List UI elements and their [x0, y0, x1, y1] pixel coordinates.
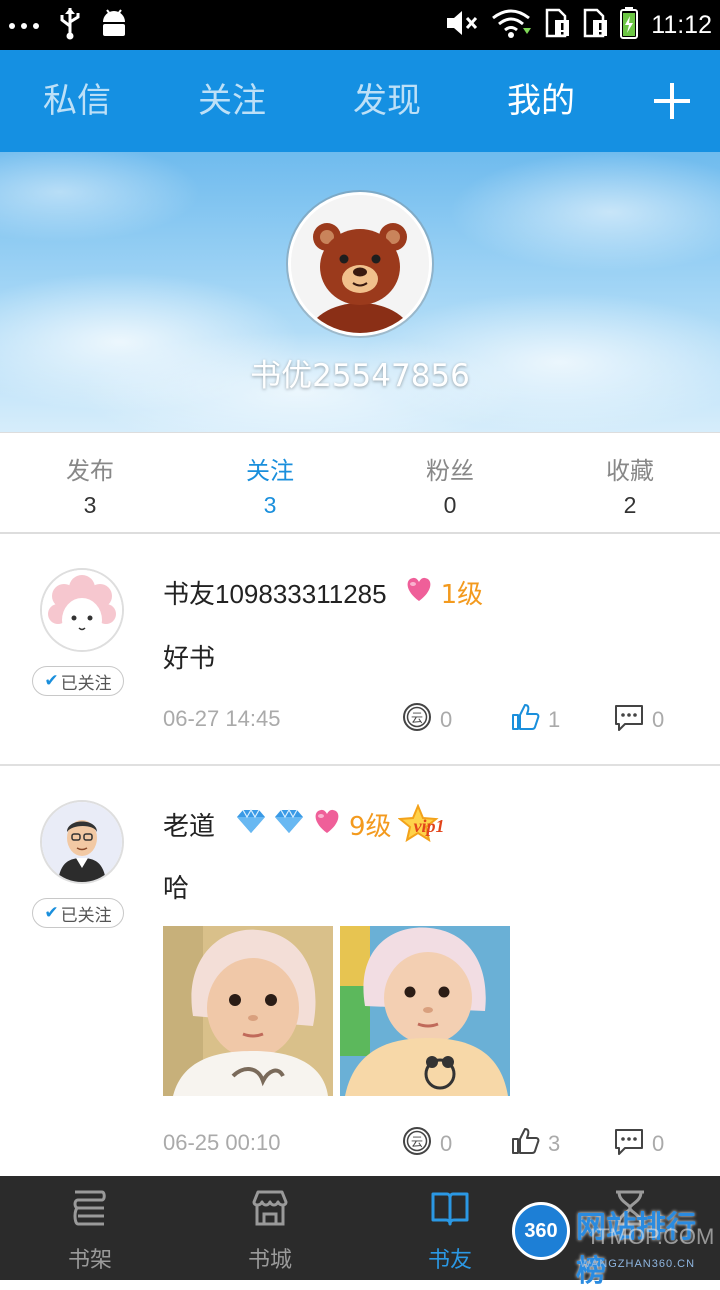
stat-label: 收藏 [606, 457, 654, 485]
post-author-row: 书友109833311285 1级 [163, 574, 483, 611]
sim2-icon [581, 8, 608, 42]
post-time: 06-25 00:10 [163, 1130, 281, 1155]
coin-button[interactable]: 云 0 [402, 1126, 452, 1162]
status-bar: 11:12 [0, 0, 720, 50]
coin-count: 0 [440, 707, 453, 732]
comment-button[interactable]: 0 [614, 1126, 664, 1162]
stat-following[interactable]: 关注 3 [180, 433, 360, 519]
post-images [163, 926, 513, 1096]
sim1-icon [543, 8, 570, 42]
stat-label: 粉丝 [426, 457, 474, 485]
heart-level-icon [311, 807, 343, 842]
stat-label: 关注 [246, 457, 294, 485]
tab-following[interactable]: 关注 [167, 50, 297, 152]
nav-label: 书城 [247, 1248, 292, 1273]
more-dots-icon [8, 16, 40, 35]
diamond-icon [235, 808, 267, 841]
stat-value: 3 [83, 492, 97, 518]
watermark: 360 网站排行榜 ITMOP.COM WANGZHAN360.CN [512, 1196, 720, 1289]
stat-posts[interactable]: 发布 3 [0, 433, 180, 519]
thumbs-up-icon [510, 1126, 540, 1162]
stat-label: 发布 [66, 457, 114, 485]
coin-icon: 云 [402, 1126, 432, 1162]
stat-value: 0 [443, 492, 457, 518]
profile-banner: 书优25547856 [0, 152, 720, 432]
post-photo[interactable] [340, 926, 510, 1096]
baby-photo-image [340, 926, 510, 1096]
post-item[interactable]: ✔ 已关注 书友109833311285 1级 好书 06-27 14:45 云… [0, 534, 720, 766]
mute-icon [445, 8, 479, 42]
user-level: 1级 [440, 580, 484, 610]
stat-value: 3 [263, 492, 277, 518]
profile-stats: 发布 3 关注 3 粉丝 0 收藏 2 [0, 432, 720, 534]
add-button[interactable] [654, 83, 690, 119]
coin-count: 0 [440, 1131, 453, 1156]
vip-badge-icon: vip1 [396, 803, 462, 844]
coin-icon: 云 [402, 702, 432, 738]
post-time: 06-27 14:45 [163, 706, 281, 731]
like-button[interactable]: 3 [510, 1126, 560, 1162]
author-name[interactable]: 书友109833311285 [163, 574, 387, 611]
watermark-small: WANGZHAN360.CN [580, 1258, 696, 1270]
followed-badge[interactable]: ✔ 已关注 [32, 666, 124, 696]
comment-count: 0 [652, 1131, 665, 1156]
post-text: 哈 [163, 874, 190, 904]
baby-photo-image [163, 926, 333, 1096]
nav-bookshelf[interactable]: 书架 [0, 1176, 180, 1280]
profile-avatar[interactable] [288, 192, 432, 336]
svg-text:云: 云 [411, 711, 423, 725]
comment-icon [614, 1126, 644, 1162]
author-avatar[interactable] [40, 568, 124, 652]
wifi-icon [491, 8, 532, 42]
like-count: 3 [548, 1131, 561, 1156]
post-text: 好书 [163, 644, 216, 674]
top-tab-bar: 私信 关注 发现 我的 [0, 50, 720, 152]
coin-button[interactable]: 云 0 [402, 702, 452, 738]
tab-discover[interactable]: 发现 [322, 50, 452, 152]
author-name[interactable]: 老道 [163, 806, 215, 843]
tab-mine[interactable]: 我的 [476, 50, 606, 152]
android-icon [100, 8, 128, 42]
thumbs-up-icon [510, 702, 540, 738]
followed-label: 已关注 [60, 905, 112, 926]
profile-username: 书优25547856 [250, 358, 470, 394]
check-icon: ✔ [44, 903, 59, 923]
like-button[interactable]: 1 [510, 702, 560, 738]
post-item[interactable]: ✔ 已关注 老道 9级 vip1 哈 06-25 00:10 云 0 3 0 [0, 766, 720, 1176]
bear-avatar-icon [291, 195, 429, 333]
check-icon: ✔ [44, 671, 59, 691]
heart-level-icon [403, 575, 435, 610]
followed-label: 已关注 [60, 673, 112, 694]
comment-button[interactable]: 0 [614, 702, 664, 738]
watermark-overlay: ITMOP.COM [590, 1224, 715, 1249]
clock: 11:12 [651, 10, 712, 39]
battery-icon [619, 7, 639, 43]
comment-count: 0 [652, 707, 665, 732]
tab-messages[interactable]: 私信 [12, 50, 142, 152]
sheep-avatar-icon [42, 570, 122, 650]
post-author-row: 老道 9级 vip1 [163, 803, 462, 844]
user-level: 9级 [349, 811, 392, 842]
open-book-icon [430, 1188, 470, 1228]
like-count: 1 [548, 707, 561, 732]
comment-icon [614, 702, 644, 738]
stat-favorites[interactable]: 收藏 2 [540, 433, 720, 519]
post-photo[interactable] [163, 926, 333, 1096]
store-icon [250, 1188, 290, 1228]
bookshelf-icon [70, 1188, 110, 1228]
nav-bookstore[interactable]: 书城 [180, 1176, 360, 1280]
usb-icon [58, 6, 82, 44]
svg-text:云: 云 [411, 1135, 423, 1149]
nav-label: 书架 [67, 1248, 112, 1273]
stat-value: 2 [623, 492, 637, 518]
stat-fans[interactable]: 粉丝 0 [360, 433, 540, 519]
followed-badge[interactable]: ✔ 已关注 [32, 898, 124, 928]
watermark-badge: 360 [512, 1202, 570, 1260]
vip-level: vip1 [413, 816, 445, 836]
diamond-icon [273, 808, 305, 841]
man-avatar-icon [42, 802, 122, 882]
author-avatar[interactable] [40, 800, 124, 884]
